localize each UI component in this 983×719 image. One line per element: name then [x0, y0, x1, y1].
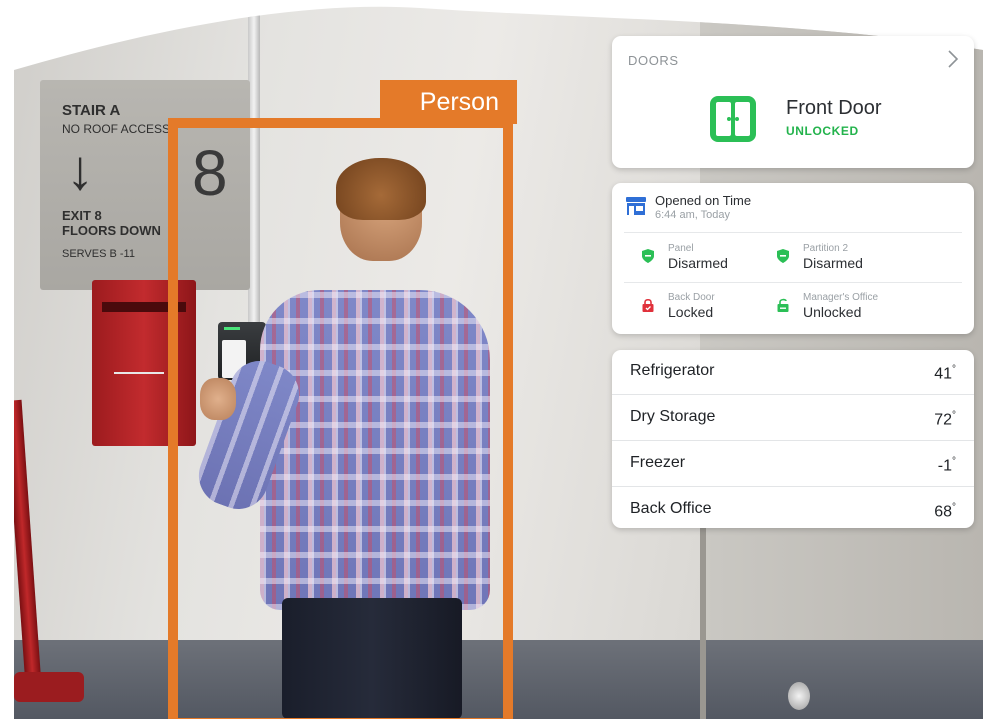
sign-exit-text: EXIT 8 FLOORS DOWN	[62, 208, 161, 238]
chevron-right-icon[interactable]	[946, 48, 960, 70]
doors-section-label: DOORS	[628, 53, 679, 68]
status-label: Back Door	[668, 292, 715, 303]
row-divider	[612, 440, 974, 441]
person-bounding-box	[168, 118, 513, 719]
temp-name: Back Office	[630, 500, 712, 517]
doors-card[interactable]: DOORS Front Door UNLOCKED	[612, 36, 974, 168]
temp-row-refrigerator[interactable]: Refrigerator 41°	[612, 350, 974, 395]
status-value: Unlocked	[803, 304, 862, 320]
shield-icon	[642, 249, 654, 263]
sign-serves: SERVES B -11	[62, 248, 135, 260]
shield-icon	[777, 249, 789, 263]
detection-label: Person	[380, 80, 517, 124]
temp-row-dry-storage[interactable]: Dry Storage 72°	[612, 396, 974, 441]
temp-name: Dry Storage	[630, 408, 716, 425]
row-divider	[612, 486, 974, 487]
temp-row-back-office[interactable]: Back Office 68°	[612, 488, 974, 528]
temp-value: -1°	[937, 456, 956, 475]
lock-icon	[642, 298, 654, 312]
temp-value: 68°	[934, 502, 956, 521]
temp-name: Refrigerator	[630, 362, 715, 379]
status-label: Partition 2	[803, 243, 849, 254]
temperatures-card: Refrigerator 41° Dry Storage 72° Freezer…	[612, 350, 974, 528]
status-value: Disarmed	[803, 255, 863, 271]
sign-exit-line1: EXIT 8	[62, 208, 102, 223]
event-time: 6:44 am, Today	[655, 209, 731, 221]
status-label: Panel	[668, 243, 694, 254]
door-knob-right	[735, 117, 739, 121]
door-icon	[710, 96, 756, 142]
door-knob	[788, 682, 810, 710]
red-box-line	[114, 372, 164, 374]
status-card[interactable]: Opened on Time 6:44 am, Today Panel Disa…	[612, 183, 974, 334]
temp-name: Freezer	[630, 454, 686, 471]
sign-exit-line2: FLOORS DOWN	[62, 223, 161, 238]
temp-value: 72°	[934, 410, 956, 429]
row-divider	[612, 394, 974, 395]
sign-subtitle: NO ROOF ACCESS	[62, 122, 171, 136]
door-name: Front Door	[786, 97, 882, 119]
event-title: Opened on Time	[655, 193, 752, 208]
sign-title: STAIR A	[62, 102, 121, 119]
divider	[624, 282, 962, 283]
storefront-icon	[626, 197, 646, 215]
red-pole-base	[14, 672, 84, 702]
status-label: Manager's Office	[803, 292, 879, 303]
temp-row-freezer[interactable]: Freezer -1°	[612, 442, 974, 487]
temp-value: 41°	[934, 364, 956, 383]
arrow-down-icon: ↓	[66, 138, 94, 201]
door-knob-left	[727, 117, 731, 121]
unlock-icon	[777, 298, 789, 312]
status-value: Locked	[668, 304, 714, 320]
divider	[624, 232, 962, 233]
status-value: Disarmed	[668, 255, 728, 271]
door-status: UNLOCKED	[786, 124, 859, 138]
